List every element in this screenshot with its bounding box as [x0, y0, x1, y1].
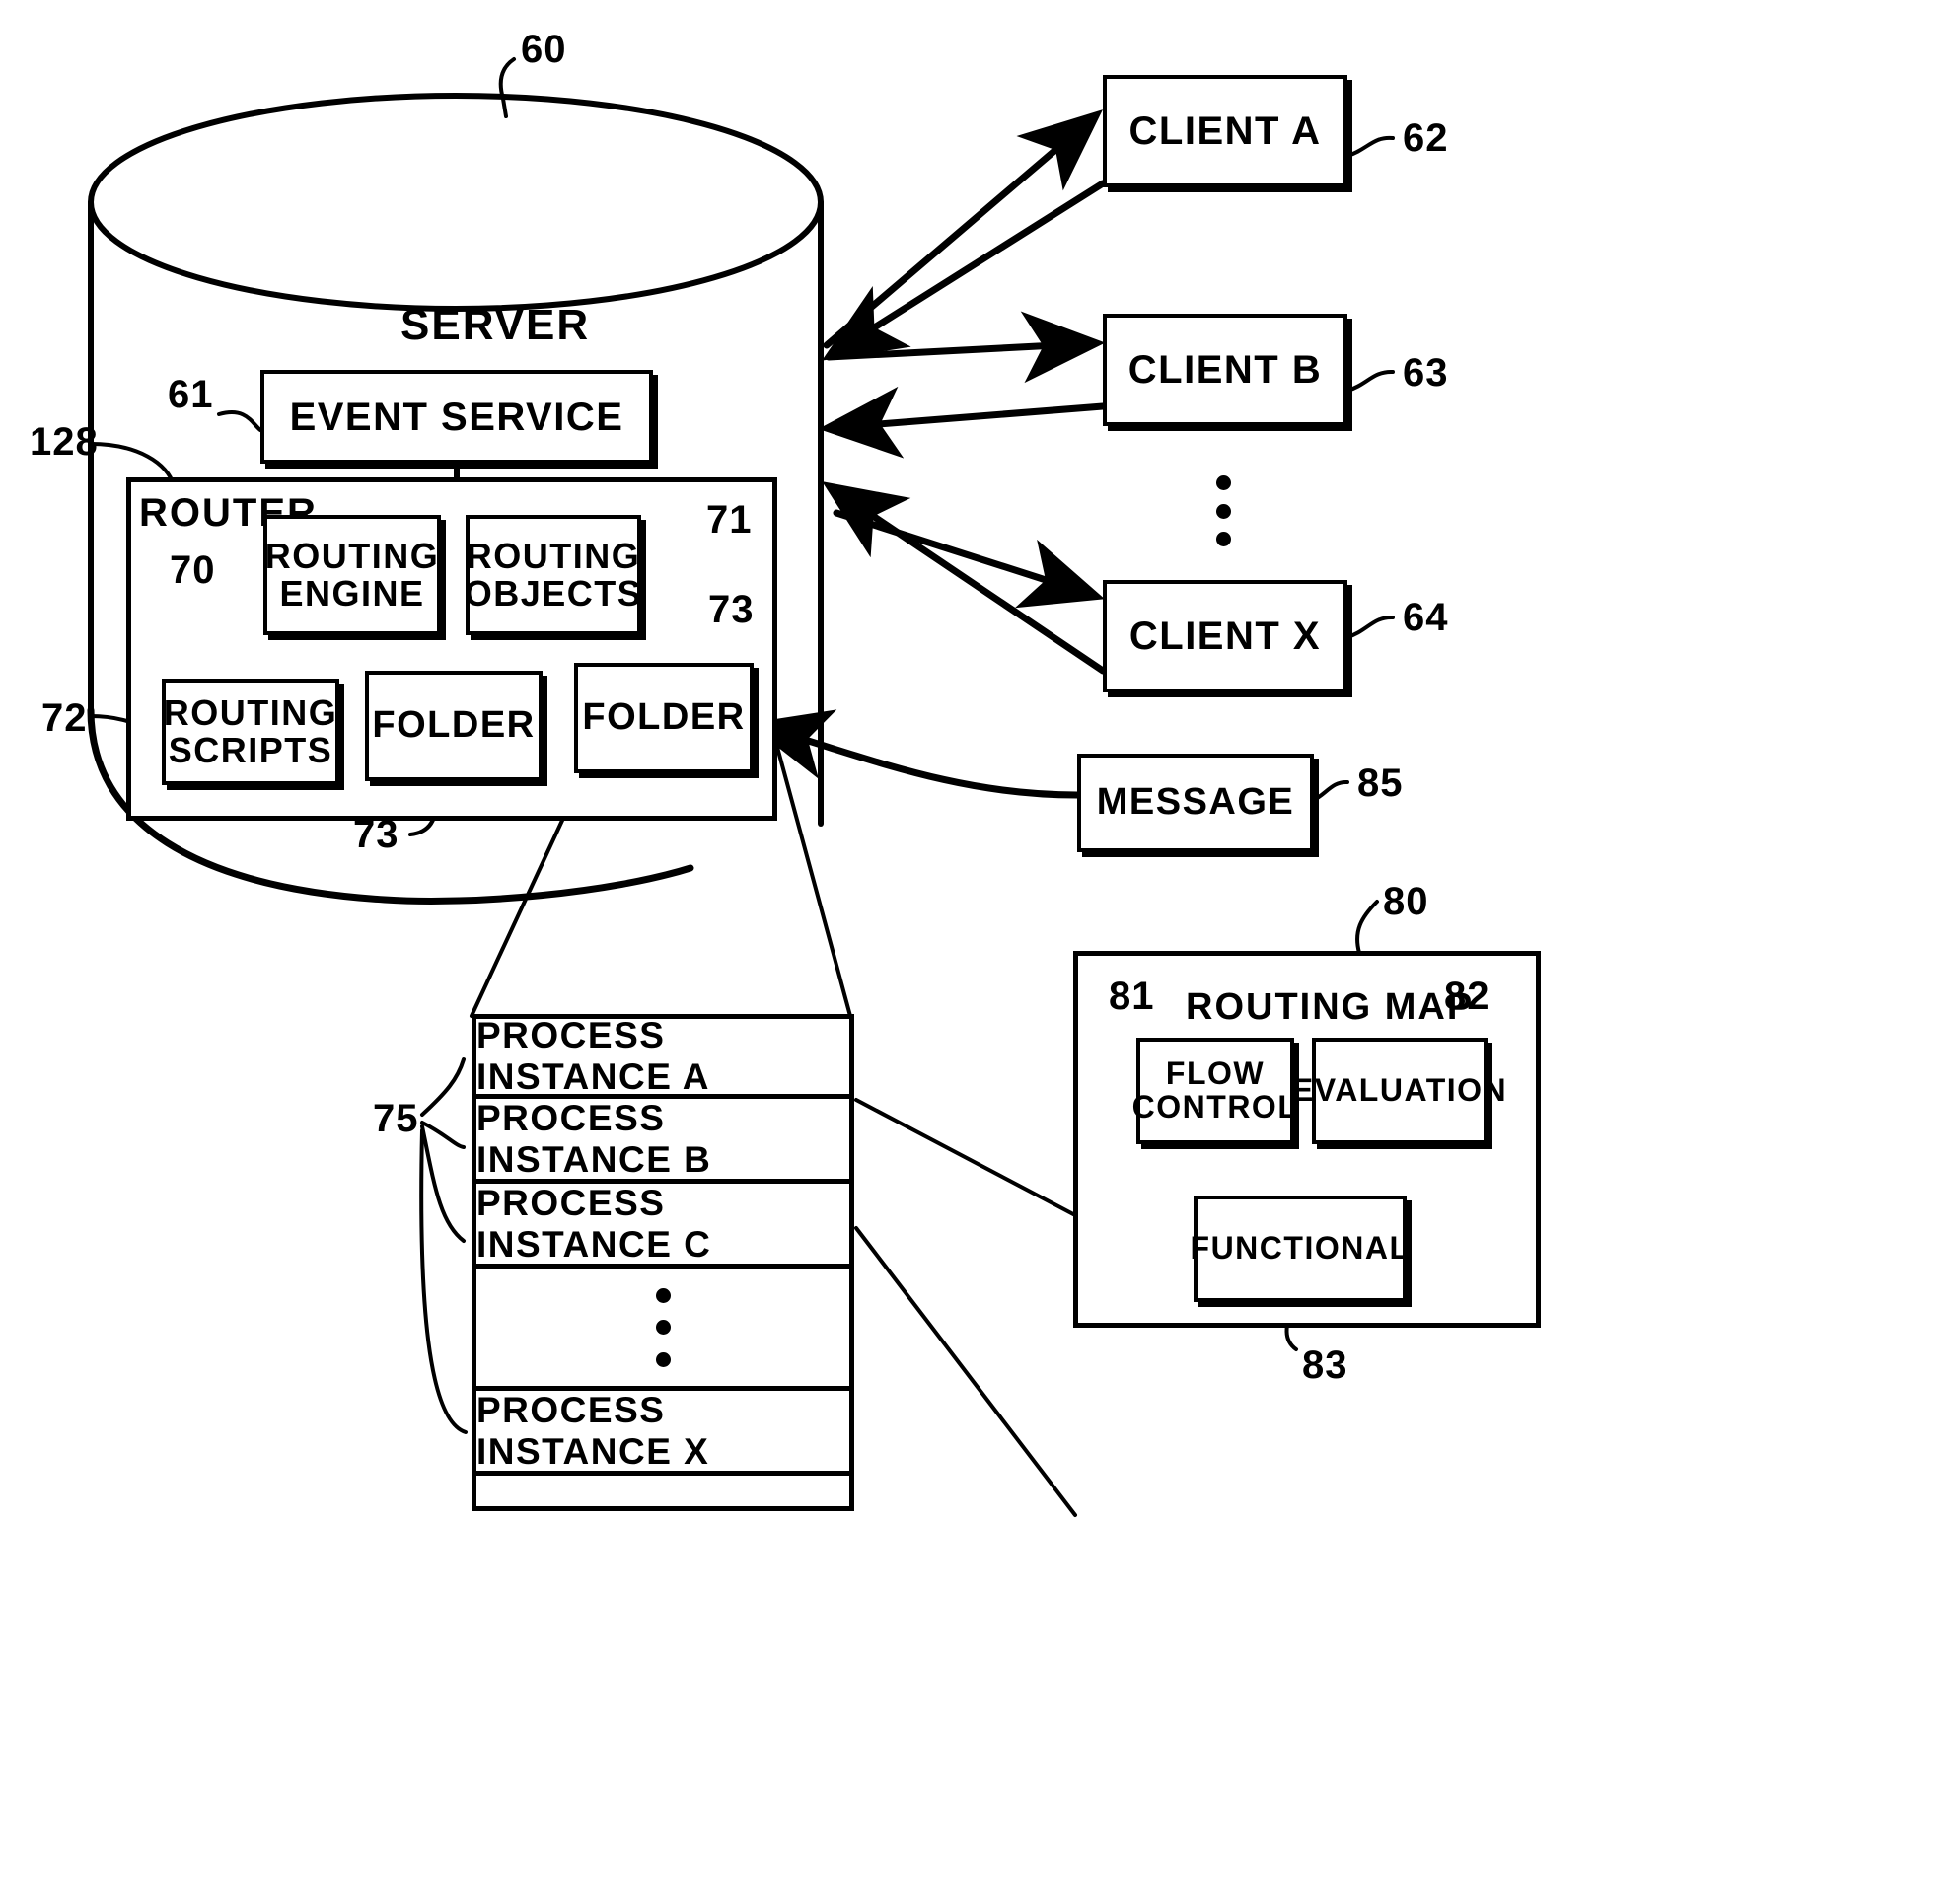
folder-box-1[interactable]: FOLDER: [365, 671, 543, 781]
ref-72: 72: [41, 696, 88, 740]
client-b-label: CLIENT B: [1127, 348, 1323, 392]
process-instance-row-b[interactable]: PROCESS INSTANCE B: [472, 1097, 854, 1184]
process-instance-row-c[interactable]: PROCESS INSTANCE C: [472, 1182, 854, 1269]
process-instance-row-x[interactable]: PROCESS INSTANCE X: [472, 1389, 854, 1476]
evaluation-box[interactable]: EVALUATION: [1292, 1038, 1506, 1144]
ref-73-lower: 73: [353, 813, 399, 856]
client-list-ellipsis: [1215, 475, 1231, 546]
client-x-box[interactable]: CLIENT X: [1103, 580, 1347, 692]
process-instance-label-a: PROCESS INSTANCE A: [476, 1015, 710, 1097]
process-instance-stack-tail: [472, 1476, 854, 1511]
process-instance-label-c: PROCESS INSTANCE C: [476, 1182, 712, 1265]
ref-82: 82: [1444, 975, 1490, 1018]
message-label: MESSAGE: [1096, 781, 1295, 824]
ref-75: 75: [373, 1097, 419, 1140]
process-instance-ellipsis: [655, 1287, 671, 1367]
client-b-box[interactable]: CLIENT B: [1103, 314, 1347, 426]
ref-85: 85: [1357, 761, 1404, 805]
routing-objects-box[interactable]: ROUTING OBJECTS: [464, 515, 643, 635]
event-service-box[interactable]: EVENT SERVICE: [260, 370, 653, 464]
server-label: SERVER: [400, 301, 591, 349]
ref-83: 83: [1302, 1343, 1348, 1387]
ref-70: 70: [170, 548, 216, 592]
folder-label-1: FOLDER: [372, 704, 536, 747]
flow-control-box[interactable]: FLOW CONTROL: [1132, 1038, 1297, 1144]
folder-label-2: FOLDER: [582, 696, 746, 739]
evaluation-label: EVALUATION: [1291, 1072, 1508, 1109]
ref-64: 64: [1403, 596, 1449, 639]
patent-figure: SERVER 60 EVENT SERVICE 61 ROUTER 128 RO…: [0, 0, 1960, 1885]
routing-scripts-box[interactable]: ROUTING SCRIPTS: [162, 679, 339, 785]
client-x-label: CLIENT X: [1128, 615, 1322, 658]
process-instance-label-x: PROCESS INSTANCE X: [476, 1389, 710, 1472]
routing-map-label: ROUTING MAP: [1186, 986, 1475, 1028]
folder-box-2[interactable]: FOLDER: [574, 663, 754, 773]
message-box[interactable]: MESSAGE: [1077, 754, 1314, 852]
process-instance-label-b: PROCESS INSTANCE B: [476, 1097, 712, 1180]
event-service-label: EVENT SERVICE: [289, 395, 624, 439]
ref-61: 61: [168, 373, 214, 416]
ref-60: 60: [521, 28, 567, 71]
flow-control-label: FLOW CONTROL: [1131, 1055, 1299, 1124]
routing-engine-box[interactable]: ROUTING ENGINE: [263, 515, 441, 635]
ref-128: 128: [30, 420, 99, 464]
functional-label: FUNCTIONAL: [1190, 1230, 1411, 1267]
ref-80: 80: [1383, 880, 1429, 923]
client-a-label: CLIENT A: [1128, 109, 1322, 153]
routing-scripts-label: ROUTING SCRIPTS: [163, 692, 338, 770]
process-instance-row-ellipsis: [472, 1269, 854, 1391]
routing-engine-label: ROUTING ENGINE: [264, 536, 440, 614]
ref-71: 71: [706, 498, 753, 542]
ref-73-upper: 73: [708, 588, 755, 631]
functional-box[interactable]: FUNCTIONAL: [1191, 1196, 1409, 1302]
routing-objects-label: ROUTING OBJECTS: [464, 536, 643, 614]
ref-63: 63: [1403, 351, 1449, 395]
client-a-box[interactable]: CLIENT A: [1103, 75, 1347, 187]
ref-62: 62: [1403, 116, 1449, 160]
diagram-vector-layer: [87, 57, 1438, 1517]
process-instance-row-a[interactable]: PROCESS INSTANCE A: [472, 1014, 854, 1099]
ref-81: 81: [1109, 975, 1155, 1018]
